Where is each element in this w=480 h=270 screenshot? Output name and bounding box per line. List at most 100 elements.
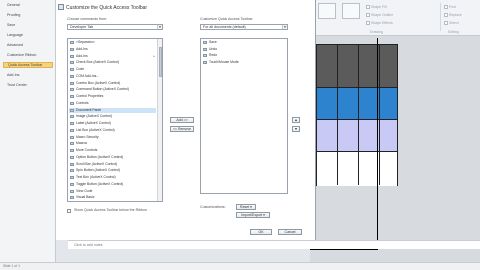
toolbar-commands-list[interactable]: Save Undo Redo Touch/Mouse Mode [200,38,288,194]
list-item-label: Code [76,67,85,71]
customize-toolbar-dropdown[interactable]: For all documents (default) ▼ [200,24,288,30]
show-below-ribbon-label: Show Quick Access Toolbar below the Ribb… [74,208,148,212]
find-icon [444,4,448,9]
chevron-down-icon[interactable]: ▼ [157,25,162,29]
scrollbar-thumb[interactable] [158,47,162,77]
command-icon [70,135,74,139]
list-item-label: Command Button (ActiveX Control) [76,87,129,92]
nav-item-general[interactable]: General [3,2,53,8]
list-item[interactable]: Macros [69,141,156,146]
list-item[interactable]: Visual Basic [69,195,156,200]
arrow-down-icon: ▼ [294,127,298,131]
chevron-down-icon[interactable]: ▼ [282,25,287,29]
nav-item-advanced[interactable]: Advanced [3,42,53,48]
list-item-label: Scroll Bar (ActiveX Control) [76,161,118,166]
list-item-label: Macro Security [76,134,99,139]
command-icon [70,122,74,125]
shapes-gallery-icon[interactable] [318,3,336,19]
select-button[interactable]: Select [444,20,459,25]
add-button[interactable]: Add >> [170,117,194,123]
choose-commands-label: Choose commands from: [67,17,108,21]
list-item-label: Combo Box (ActiveX Control) [76,80,121,85]
list-item[interactable]: Code [69,67,156,72]
shape-fill-icon [366,4,370,9]
find-button[interactable]: Find [444,4,456,9]
nav-item-trust-center[interactable]: Trust Center [3,82,53,88]
replace-button[interactable]: Replace [444,12,462,17]
select-icon [444,20,448,25]
nav-item-language[interactable]: Language [3,32,53,38]
list-item-label: Touch/Mouse Mode [209,59,239,64]
nav-item-customize-ribbon[interactable]: Customize Ribbon [3,52,53,58]
list-item[interactable]: Add-Ins [69,47,156,52]
command-icon [70,68,74,71]
commands-list[interactable]: <Separator> Add-Ins Add-Ins ▸ Check Box (Act… [67,38,163,202]
list-item[interactable]: Text Box (ActiveX Control) [69,175,156,180]
replace-icon [444,12,448,17]
list-item[interactable]: Control Properties [69,94,156,99]
list-item-label: Save [209,40,217,44]
arrow-up-icon: ▲ [294,118,298,122]
list-item[interactable]: List Box (ActiveX Control) [69,128,156,133]
move-down-button[interactable]: ▼ [292,126,300,132]
list-item-label: Add-Ins [76,46,88,51]
list-item[interactable]: More Controls [69,148,156,153]
import-export-button[interactable]: Import/Export ▾ [236,212,270,218]
list-item[interactable]: Macro Security [69,135,156,140]
options-navigation: General Proofing Save Language Advanced … [0,0,56,262]
shape-outline-icon [366,12,370,17]
command-icon [70,182,74,186]
list-item-label: <Separator> [76,40,95,44]
list-item[interactable]: Controls [69,101,156,106]
nav-item-add-ins[interactable]: Add-Ins [3,72,53,78]
shape-fill-button[interactable]: Shape Fill [366,4,387,9]
list-item[interactable]: Scroll Bar (ActiveX Control) [69,162,156,167]
ok-button[interactable]: OK [250,229,272,235]
list-item[interactable]: COM Add-Ins... [69,74,156,79]
submenu-arrow-icon: ▸ [153,53,155,58]
shape-effects-button[interactable]: Shape Effects [366,20,393,25]
shape-outline-button[interactable]: Shape Outline [366,12,393,17]
nav-item-save[interactable]: Save [3,22,53,28]
reset-button[interactable]: Reset ▾ [236,204,256,210]
remove-button[interactable]: << Remove [170,126,194,132]
move-up-button[interactable]: ▲ [292,117,300,123]
list-item[interactable]: Touch/Mouse Mode [202,60,281,65]
list-item[interactable]: Command Button (ActiveX Control) [69,87,156,92]
list-item[interactable]: Combo Box (ActiveX Control) [69,81,156,86]
list-item[interactable]: Check Box (ActiveX Control) [69,60,156,65]
show-below-ribbon-checkbox[interactable] [67,209,71,213]
list-item[interactable]: <Separator> [69,40,156,45]
slide-counter: Slide 1 of 1 [3,264,20,268]
list-item-label: COM Add-Ins... [76,73,100,78]
arrange-icon[interactable] [342,3,360,19]
command-icon [70,101,74,105]
commands-scrollbar[interactable] [157,39,162,201]
list-item[interactable]: Document Panel [69,107,156,113]
list-item[interactable]: Image (ActiveX Control) [69,114,156,119]
notes-pane[interactable]: Click to add notes [68,240,480,249]
list-item[interactable]: Save [202,40,281,45]
list-item[interactable]: Toggle Button (ActiveX Control) [69,182,156,187]
command-icon [70,61,74,65]
list-item[interactable]: Undo [202,47,281,52]
list-item-label: Text Box (ActiveX Control) [76,175,116,179]
choose-commands-dropdown[interactable]: Developer Tab ▼ [67,24,163,30]
list-item-label: Spin Button (ActiveX Control) [76,168,121,173]
list-item[interactable]: Redo [202,53,281,58]
list-item[interactable]: Label (ActiveX Control) [69,121,156,126]
list-item-label: View Code [76,188,93,193]
list-item-label: Macros [76,141,88,146]
nav-item-quick-access-toolbar[interactable]: Quick Access Toolbar [3,62,53,68]
command-icon [70,176,74,179]
customize-toolbar-label: Customize Quick Access Toolbar: [200,17,254,21]
list-item[interactable]: View Code [69,189,156,194]
cancel-button[interactable]: Cancel [278,229,302,235]
list-item[interactable]: Option Button (ActiveX Control) [69,155,156,160]
command-icon [70,54,74,58]
shape-effects-icon [366,20,370,25]
list-item[interactable]: Spin Button (ActiveX Control) [69,168,156,173]
list-item-label: Visual Basic [76,195,95,200]
list-item[interactable]: Add-Ins ▸ [69,54,156,59]
nav-item-proofing[interactable]: Proofing [3,12,53,18]
